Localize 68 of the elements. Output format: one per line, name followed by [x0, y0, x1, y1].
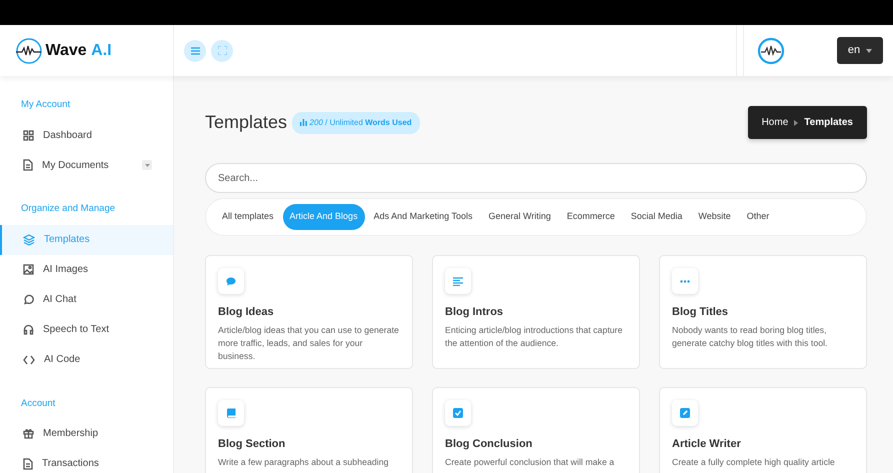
- headphones-icon: [23, 324, 34, 335]
- bar-chart-icon: [300, 119, 308, 126]
- filter-tab[interactable]: Website: [691, 204, 738, 230]
- template-card[interactable]: Blog Section Write a few paragraphs about a subheading: [205, 387, 413, 473]
- filter-tab[interactable]: General Writing: [481, 204, 558, 230]
- sidebar-item[interactable]: AI Images: [0, 254, 173, 284]
- menu-button[interactable]: [184, 40, 206, 62]
- gift-icon: [23, 428, 34, 440]
- template-card[interactable]: Article Writer Create a fully complete high quality article: [659, 387, 867, 473]
- caret-icon: [866, 48, 872, 52]
- sidebar-item[interactable]: AI Chat: [0, 284, 173, 314]
- filter-tab[interactable]: All templates: [215, 204, 281, 230]
- sidebar-item[interactable]: Membership: [0, 418, 173, 449]
- image-icon: [23, 264, 34, 275]
- sidebar-item[interactable]: Transactions: [0, 448, 173, 473]
- breadcrumb-item[interactable]: Home: [762, 115, 788, 130]
- pencil-square-icon: [680, 408, 690, 418]
- caret-icon[interactable]: [142, 160, 152, 170]
- template-title: Blog Ideas: [218, 305, 275, 320]
- sidebar-section-title: Organize and Manage: [20, 202, 116, 216]
- template-description: Nobody wants to read boring blog titles, generate catchy blog titles with this tool.: [672, 324, 828, 350]
- template-card[interactable]: Blog Conclusion Create powerful conclusion that will make a: [432, 387, 640, 473]
- template-description: Article/blog ideas that you can use to generate more traffic, leads, and sales for your business.: [218, 324, 400, 362]
- filter-tab[interactable]: Other: [740, 204, 776, 230]
- template-card[interactable]: Blog Intros Enticing article/blog introductions that capture the attention of the audience.: [432, 255, 640, 369]
- sidebar-section-title: My Account: [20, 98, 72, 112]
- grid-icon: [23, 130, 34, 141]
- language-dropdown[interactable]: en: [837, 37, 883, 64]
- text-lines-icon: [453, 276, 463, 286]
- document-icon: [23, 458, 33, 470]
- filter-tab[interactable]: Ads And Marketing Tools: [366, 204, 480, 230]
- template-title: Blog Section: [218, 437, 286, 452]
- checkbox-icon: [453, 408, 463, 418]
- template-description: Write a few paragraphs about a subheading: [218, 456, 390, 468]
- layers-icon: [23, 234, 35, 246]
- template-title: Article Writer: [672, 437, 742, 452]
- filter-tab[interactable]: Social Media: [624, 204, 690, 230]
- fullscreen-button[interactable]: [211, 40, 233, 62]
- code-icon: [23, 354, 35, 364]
- chat-bubble-icon: [226, 276, 236, 286]
- filter-tab[interactable]: Ecommerce: [560, 204, 622, 230]
- template-title: Blog Conclusion: [445, 437, 534, 452]
- document-icon: [23, 159, 33, 172]
- sidebar-item[interactable]: AI Code: [0, 344, 173, 374]
- chat-bubble-icon: [23, 294, 34, 305]
- template-card[interactable]: Blog Ideas Article/blog ideas that you can use to generate more traffic, leads, and sales for your business.: [205, 255, 413, 369]
- sidebar-item[interactable]: My Documents: [0, 150, 173, 180]
- sidebar-item[interactable]: Speech to Text: [0, 314, 173, 344]
- template-title: Blog Intros: [445, 305, 504, 320]
- page-title: Templates: [205, 111, 288, 134]
- template-description: Create powerful conclusion that will make a: [445, 456, 616, 468]
- dots-icon: [680, 280, 690, 282]
- brand-name: Wave A.I: [46, 40, 112, 60]
- sidebar-section-title: Account: [20, 396, 56, 410]
- wave-logo-icon: [15, 36, 43, 64]
- template-title: Blog Titles: [672, 305, 730, 320]
- search-field[interactable]: Search...: [205, 163, 867, 193]
- fullscreen-icon: [218, 46, 226, 55]
- wave-avatar-icon[interactable]: [757, 36, 785, 64]
- menu-icon: [190, 46, 200, 54]
- breadcrumb-item: Templates: [804, 116, 853, 130]
- sidebar-item[interactable]: Dashboard: [0, 120, 173, 150]
- usage-text: 200 / Unlimited Words Used: [310, 116, 412, 128]
- template-description: Create a fully complete high quality article: [672, 456, 836, 468]
- book-icon: [226, 408, 236, 418]
- chevron-icon: [794, 120, 798, 126]
- template-description: Enticing article/blog introductions that capture the attention of the audience.: [445, 324, 624, 350]
- template-card[interactable]: Blog Titles Nobody wants to read boring blog titles, generate catchy blog titles with this tool.: [659, 255, 867, 369]
